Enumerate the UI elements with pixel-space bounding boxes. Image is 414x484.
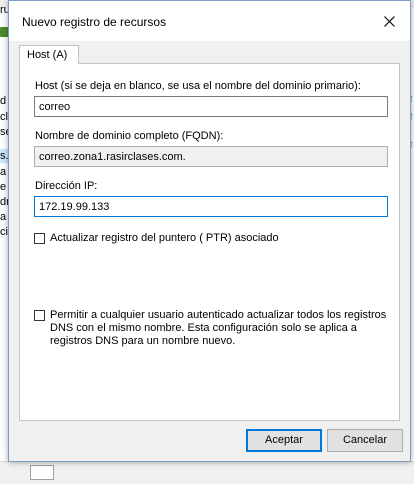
fqdn-field (34, 146, 388, 167)
cancel-button[interactable]: Cancelar (327, 429, 403, 452)
close-icon (383, 15, 395, 27)
new-resource-record-dialog: Nuevo registro de recursos Host (A) Host… (8, 0, 411, 462)
ptr-checkbox-row[interactable]: Actualizar registro del puntero ( PTR) a… (34, 232, 390, 245)
background-bottom-tab (30, 465, 54, 480)
ptr-checkbox-label[interactable]: Actualizar registro del puntero ( PTR) a… (50, 232, 390, 245)
ip-address-input[interactable] (34, 196, 388, 217)
ip-address-label: Dirección IP: (35, 180, 98, 192)
tab-host-a[interactable]: Host (A) (19, 45, 79, 64)
tab-panel-host: Host (si se deja en blanco, se usa el no… (19, 63, 400, 421)
auth-users-checkbox[interactable] (34, 310, 45, 321)
close-button[interactable] (372, 7, 406, 35)
auth-users-checkbox-label[interactable]: Permitir a cualquier usuario autenticado… (50, 309, 390, 348)
dialog-title: Nuevo registro de recursos (22, 15, 167, 29)
host-input[interactable] (34, 96, 388, 117)
accept-button[interactable]: Aceptar (246, 429, 322, 452)
background-status-bar (0, 461, 414, 484)
fqdn-label: Nombre de dominio completo (FQDN): (35, 130, 224, 142)
dialog-titlebar[interactable]: Nuevo registro de recursos (9, 1, 410, 41)
auth-users-checkbox-row[interactable]: Permitir a cualquier usuario autenticado… (34, 309, 390, 348)
ptr-checkbox[interactable] (34, 233, 45, 244)
host-label: Host (si se deja en blanco, se usa el no… (35, 80, 361, 92)
